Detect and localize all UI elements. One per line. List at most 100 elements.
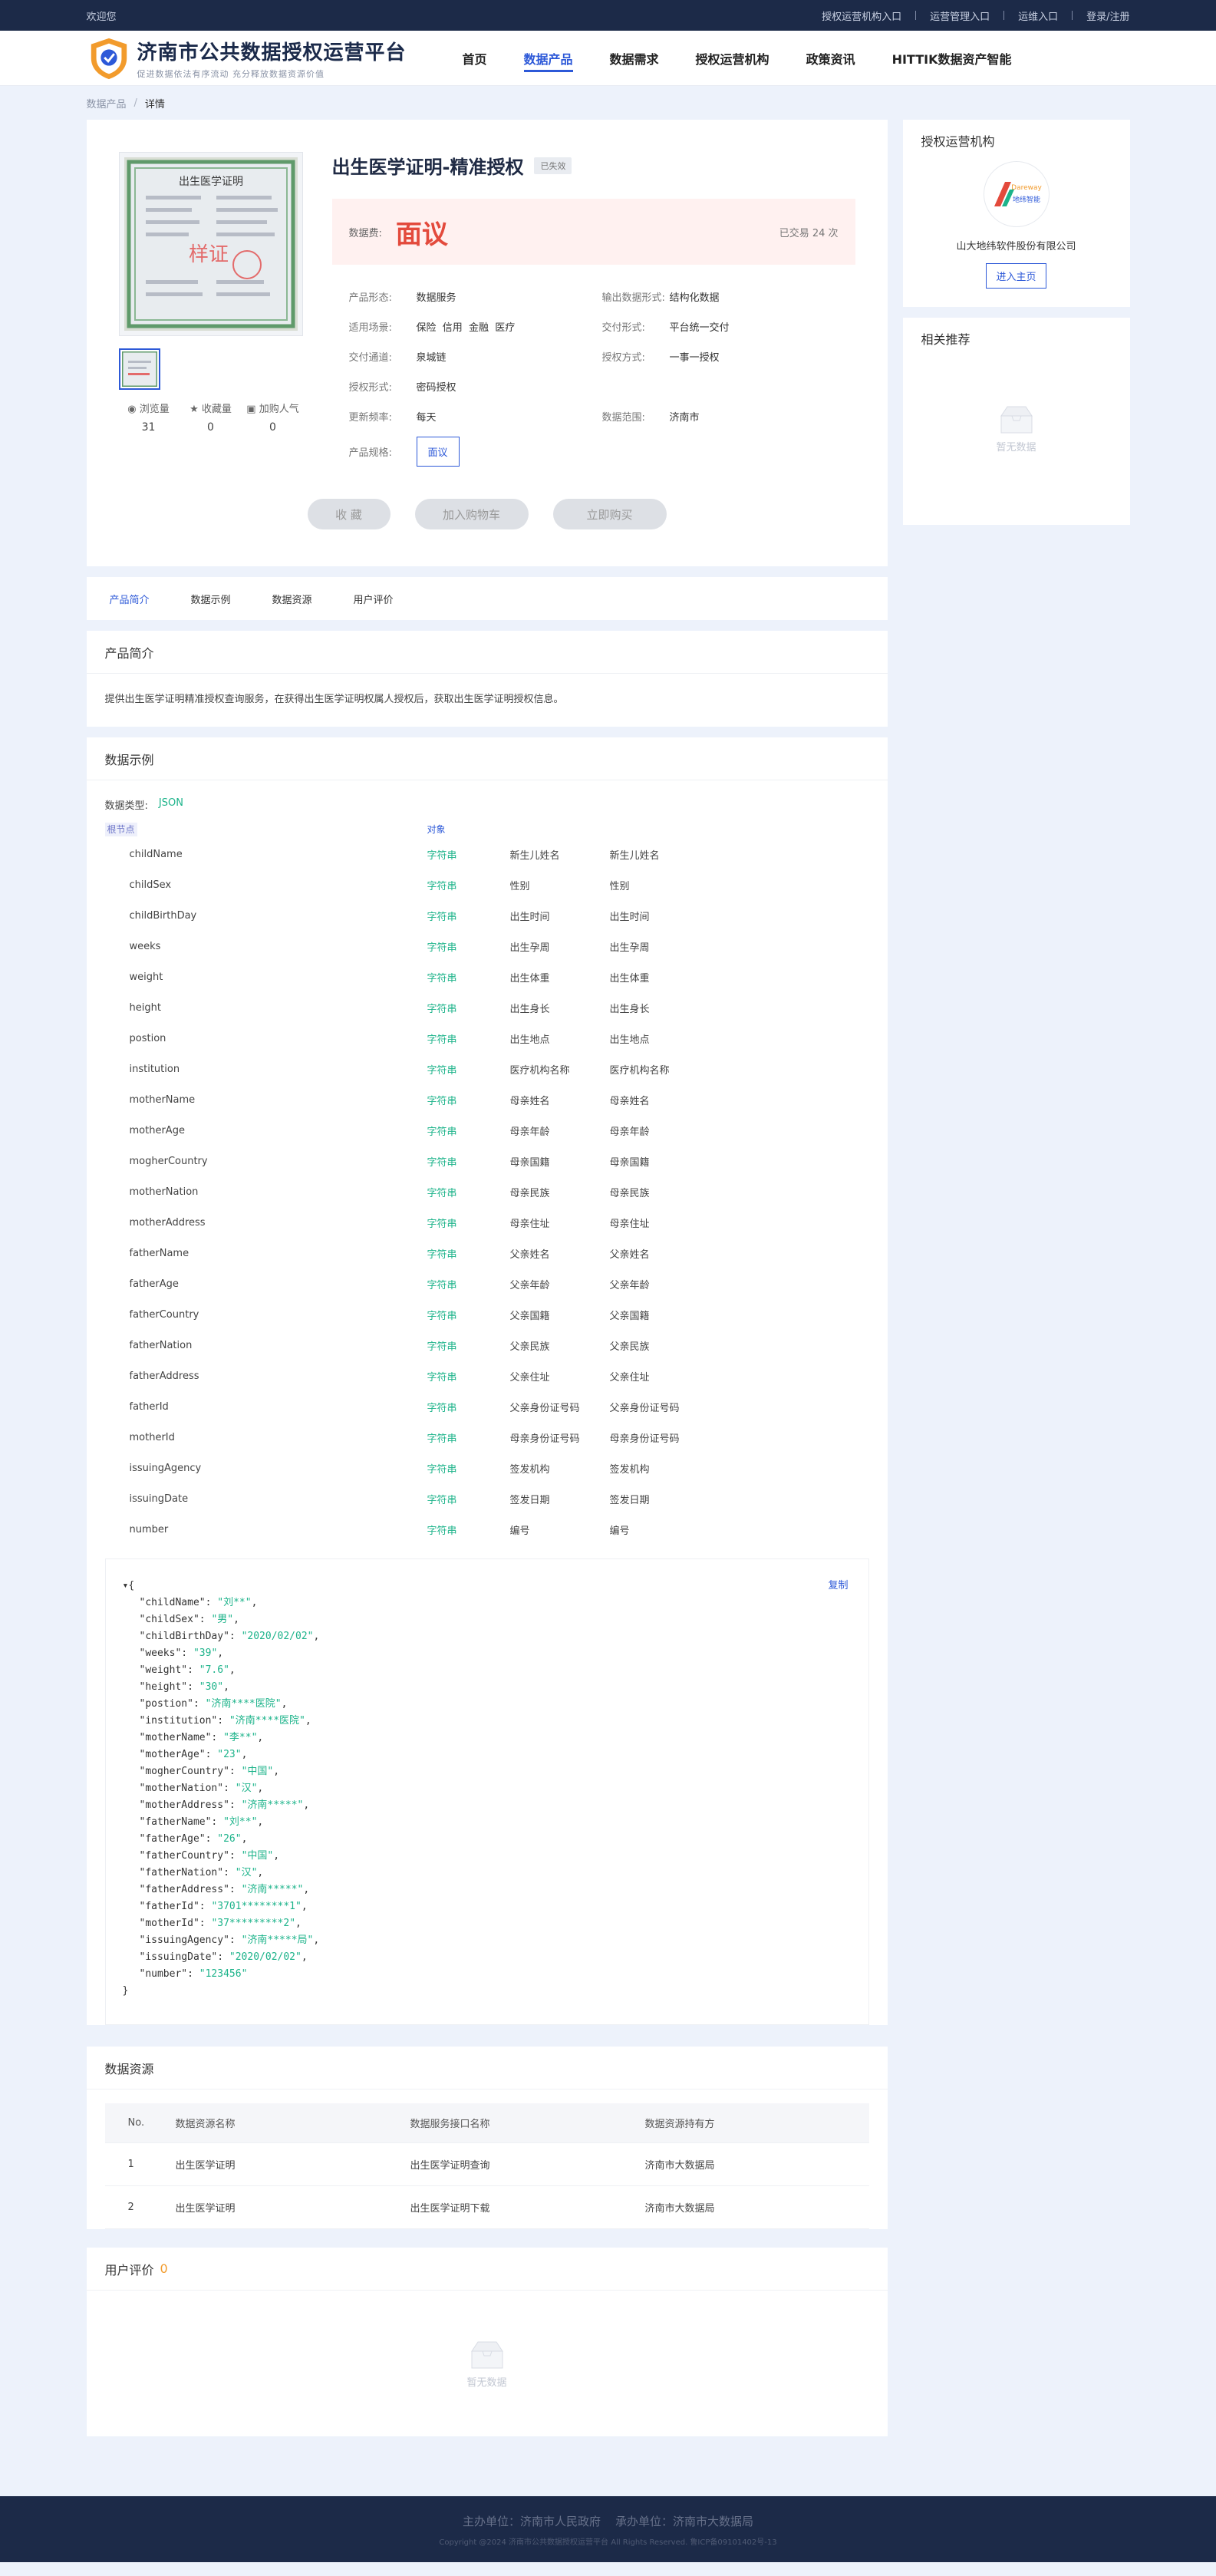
field-name: mogherCountry [129, 1155, 208, 1167]
top-bar: 欢迎您 授权运营机构入口 运营管理入口 运维入口 登录/注册 [0, 0, 1216, 31]
field-name: childBirthDay [129, 909, 197, 922]
json-key: institution [145, 1715, 212, 1727]
dareway-logo-icon: Dareway 地纬智能 [994, 182, 1042, 206]
json-value: 2020/02/02 [247, 1631, 308, 1642]
tab-sample[interactable]: 数据示例 [191, 592, 231, 606]
add-to-cart-button[interactable]: 加入购物车 [414, 499, 529, 529]
json-line: "fatherName": "刘**", [139, 1816, 264, 1828]
resources-table: No. 数据资源名称 数据服务接口名称 数据资源持有方 1 出生医学证明 出生医… [104, 2103, 869, 2229]
spec-option-button[interactable]: 面议 [416, 436, 460, 467]
product-thumbnail[interactable] [118, 348, 160, 390]
field-name: fatherNation [129, 1339, 193, 1351]
stat-cart-value: 0 [269, 421, 276, 434]
nav-home[interactable]: 首页 [463, 31, 487, 86]
tab-intro[interactable]: 产品简介 [110, 592, 150, 606]
breadcrumb-current: 详情 [144, 98, 165, 110]
field-desc: 出生时间 [609, 911, 650, 923]
field-desc: 出生身长 [609, 1003, 650, 1015]
section-title: 用户评价 0 [86, 2248, 888, 2291]
json-value: 济南****医院 [211, 1698, 275, 1710]
field-label: 母亲国籍 [509, 1156, 550, 1169]
field-row: fatherAddress 字符串 父亲住址 父亲住址 [87, 1361, 888, 1391]
field-label: 签发日期 [509, 1494, 550, 1506]
field-row: childName 字符串 新生儿姓名 新生儿姓名 [87, 839, 888, 869]
cart-icon: ▣ [246, 404, 256, 415]
json-value: 中国 [247, 1766, 268, 1777]
collapse-toggle-icon[interactable]: ▾ [123, 1580, 129, 1591]
section-title: 数据资源 [86, 2047, 888, 2089]
resources-section: 数据资源 No. 数据资源名称 数据服务接口名称 数据资源持有方 1 出生医学证… [86, 2047, 888, 2229]
nav-data-products[interactable]: 数据产品 [523, 31, 573, 86]
attr-data-range: 数据范围: 济南市 [601, 412, 700, 424]
product-image[interactable]: 出生医学证明 样证 [118, 152, 303, 336]
json-value: 汉 [241, 1783, 252, 1794]
json-value: 济南***** [247, 1799, 298, 1811]
field-name: fatherCountry [129, 1308, 199, 1321]
nav-operators[interactable]: 授权运营机构 [696, 31, 769, 86]
field-desc: 父亲民族 [609, 1341, 650, 1353]
copy-button[interactable]: 复制 [828, 1578, 848, 1595]
field-label: 出生身长 [509, 1003, 550, 1015]
tab-reviews[interactable]: 用户评价 [354, 592, 394, 606]
field-type: 字符串 [427, 1248, 457, 1261]
field-desc: 出生地点 [609, 1034, 650, 1046]
field-type: 字符串 [427, 1310, 457, 1322]
maintenance-entry-link[interactable]: 运维入口 [1018, 8, 1058, 23]
field-row: postion 字符串 出生地点 出生地点 [87, 1023, 888, 1054]
table-row: 2 出生医学证明 出生医学证明下载 济南市大数据局 [104, 2186, 869, 2229]
json-value: 7.6 [205, 1664, 224, 1676]
top-links: 授权运营机构入口 运营管理入口 运维入口 登录/注册 [822, 8, 1130, 23]
org-logo[interactable]: Dareway 地纬智能 [983, 161, 1050, 227]
certificate-image: 出生医学证明 样证 [124, 157, 298, 331]
main-content: 出生医学证明 样证 ◉ 浏览量 31 ★ 收藏量 0 ▣ 加购人气 0 出生医学… [86, 120, 888, 2447]
field-label: 父亲姓名 [509, 1248, 550, 1261]
site-logo[interactable]: 济南市公共数据授权运营平台 促进数据依法有序流动 充分释放数据资源价值 [87, 36, 463, 81]
field-desc: 性别 [609, 880, 630, 892]
table-header: No. 数据资源名称 数据服务接口名称 数据资源持有方 [104, 2103, 869, 2143]
json-key: fatherId [145, 1901, 193, 1912]
field-desc: 母亲年龄 [609, 1126, 650, 1138]
breadcrumb-data-products[interactable]: 数据产品 [87, 96, 127, 110]
json-key: motherId [145, 1918, 193, 1929]
field-type: 字符串 [427, 849, 457, 862]
json-key: issuingAgency [145, 1934, 224, 1946]
field-row: fatherNation 字符串 父亲民族 父亲民族 [87, 1330, 888, 1361]
json-key: motherAddress [145, 1799, 224, 1811]
attr-update-frequency: 更新频率: 每天 [348, 412, 437, 424]
field-desc: 母亲姓名 [609, 1095, 650, 1107]
json-key: childName [145, 1597, 199, 1608]
org-home-button[interactable]: 进入主页 [986, 263, 1046, 289]
ops-entry-link[interactable]: 运营管理入口 [930, 8, 990, 23]
field-label: 母亲身份证号码 [509, 1433, 580, 1445]
tab-resources[interactable]: 数据资源 [272, 592, 312, 606]
field-row: motherId 字符串 母亲身份证号码 母亲身份证号码 [87, 1422, 888, 1453]
field-type: 字符串 [427, 1525, 457, 1537]
favorite-button[interactable]: 收 藏 [307, 499, 391, 529]
field-row: weeks 字符串 出生孕周 出生孕周 [87, 931, 888, 961]
nav-hittik[interactable]: HITTIK数据资产智能 [892, 31, 1012, 86]
status-badge: 已失效 [534, 157, 572, 174]
json-value: 济南*****局 [247, 1934, 308, 1946]
field-type: 字符串 [427, 1126, 457, 1138]
nav-data-demands[interactable]: 数据需求 [610, 31, 659, 86]
field-type: 字符串 [427, 1156, 457, 1169]
buy-now-button[interactable]: 立即购买 [552, 499, 667, 529]
nav-policy-news[interactable]: 政策资讯 [806, 31, 855, 86]
login-register-link[interactable]: 登录/注册 [1086, 8, 1129, 23]
field-type: 字符串 [427, 1187, 457, 1199]
attr-delivery-form: 交付形式: 平台统一交付 [601, 322, 730, 334]
field-label: 性别 [509, 880, 530, 892]
stat-favorites-value: 0 [207, 421, 214, 434]
json-value: 39 [199, 1648, 212, 1659]
field-name: motherName [129, 1093, 196, 1106]
json-line: "fatherAge": "26", [139, 1833, 248, 1845]
attr-auth-form: 授权形式: 密码授权 [348, 382, 456, 394]
intro-text: 提供出生医学证明精准授权查询服务，在获得出生医学证明权属人授权后，获取出生医学证… [104, 694, 564, 705]
field-row: childSex 字符串 性别 性别 [87, 869, 888, 900]
json-key: childSex [145, 1614, 193, 1625]
org-entry-link[interactable]: 授权运营机构入口 [822, 8, 901, 23]
field-name: motherAge [129, 1124, 185, 1136]
field-row: institution 字符串 医疗机构名称 医疗机构名称 [87, 1054, 888, 1084]
field-name: fatherAge [129, 1278, 179, 1290]
field-row: number 字符串 编号 编号 [87, 1514, 888, 1545]
